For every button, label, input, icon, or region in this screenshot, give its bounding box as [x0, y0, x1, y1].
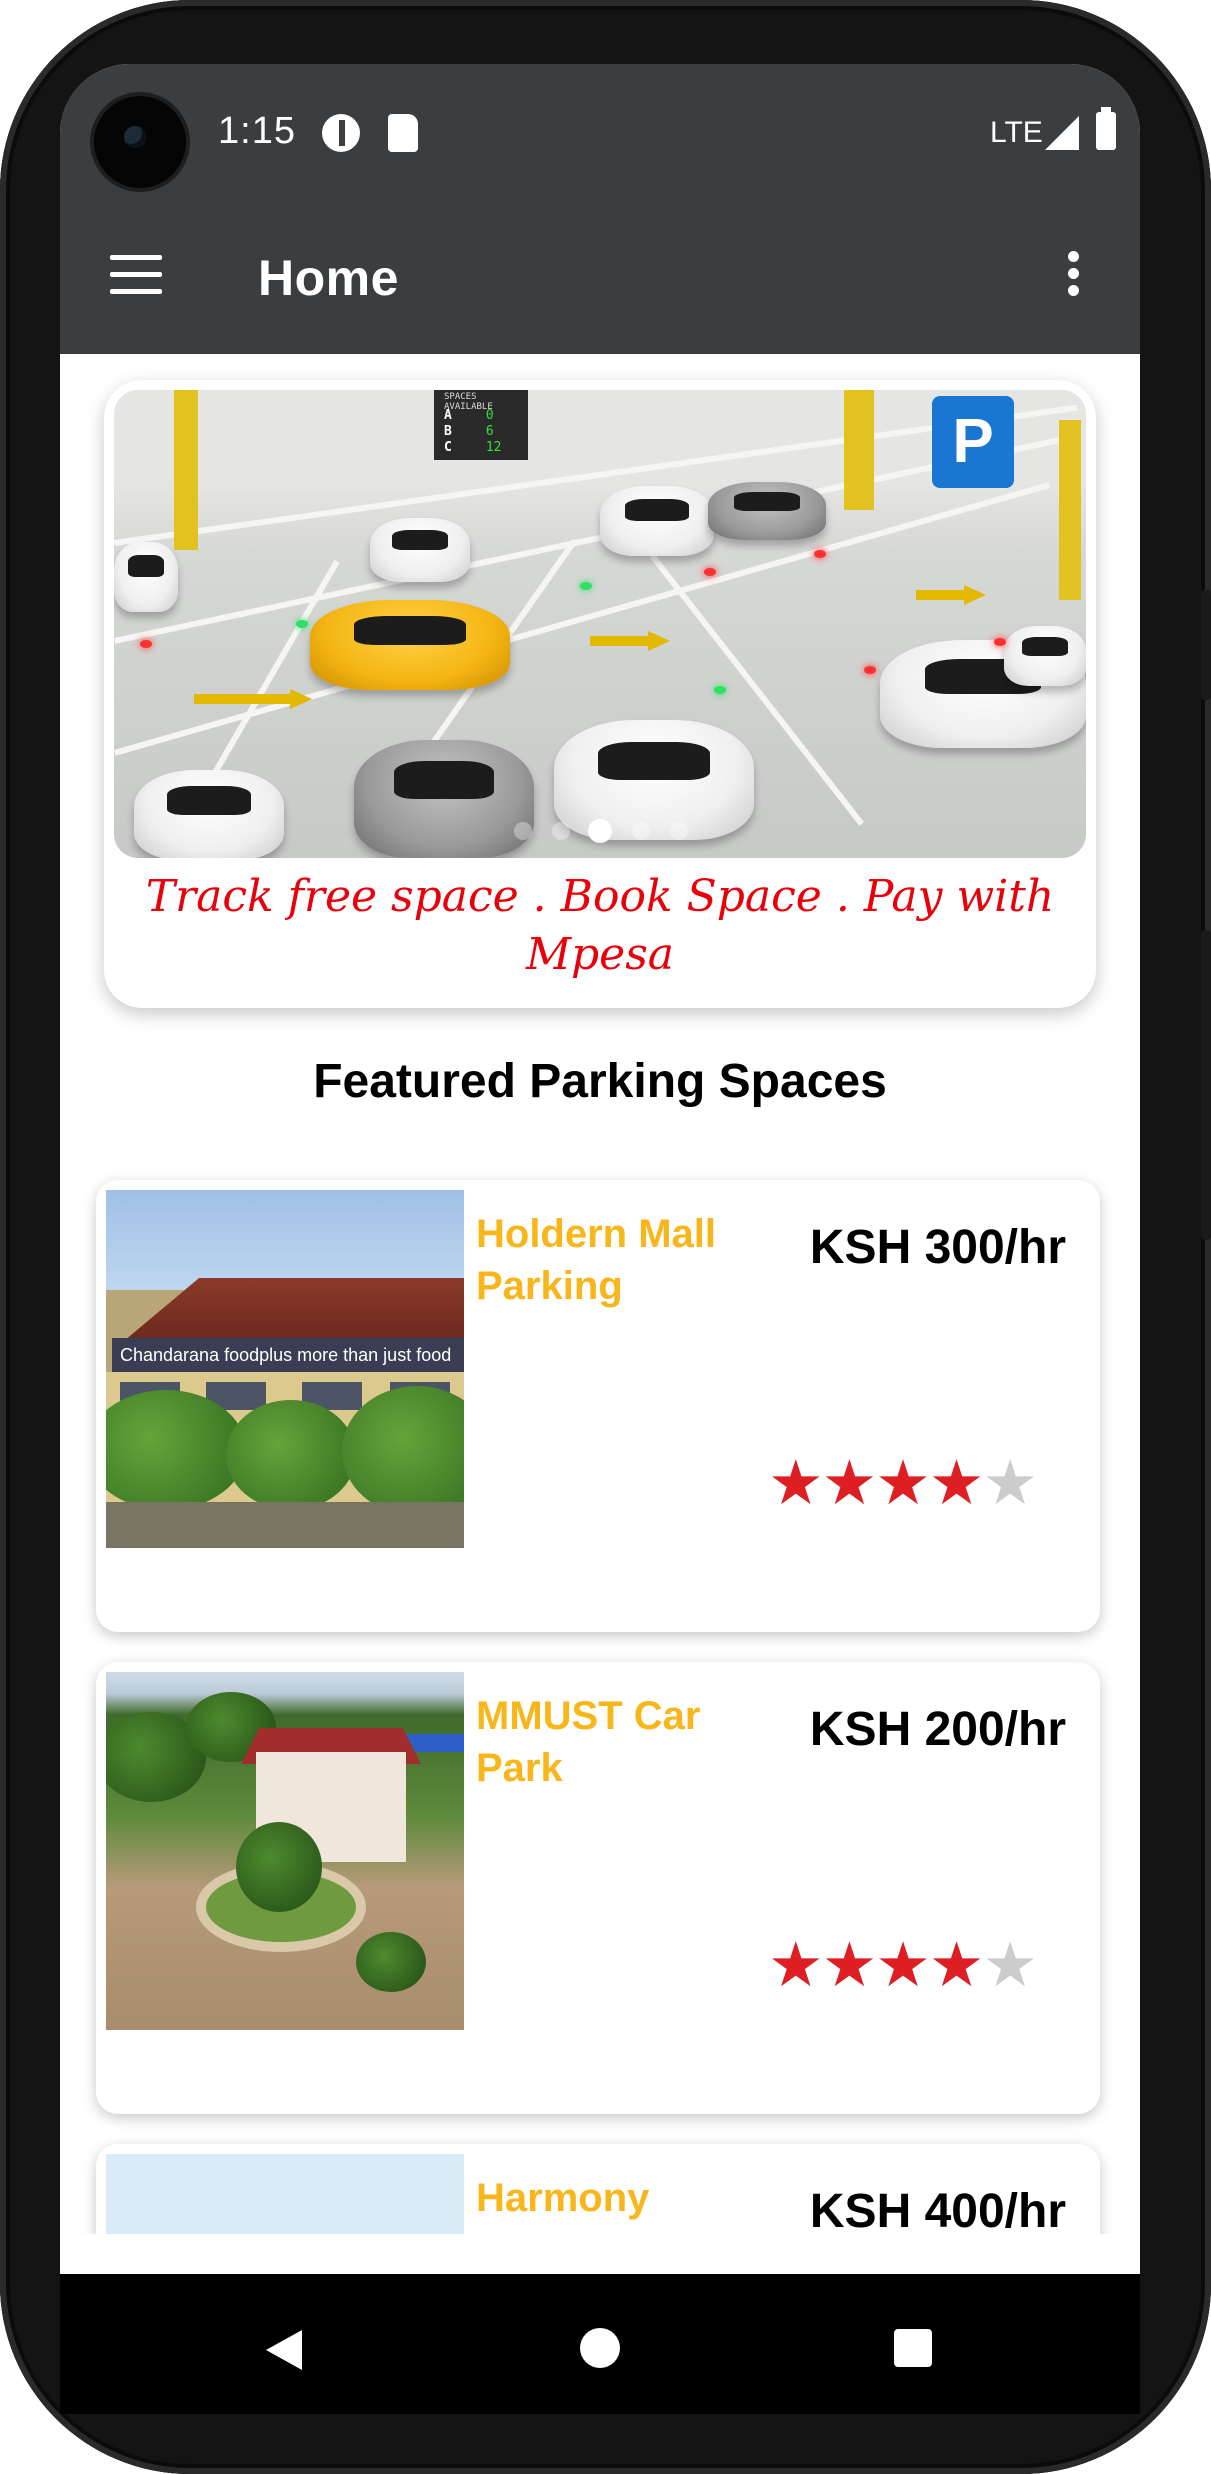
star-empty-icon: ★ [982, 1449, 1038, 1518]
banner-carousel[interactable]: SPACES AVAILABLE A0 B6 C 12 P Track free… [104, 380, 1096, 1008]
parking-image [106, 1672, 464, 2030]
system-nav-bar [60, 2274, 1140, 2414]
overflow-menu-icon[interactable] [1068, 251, 1080, 297]
nav-recents-icon[interactable] [894, 2329, 932, 2367]
nav-home-icon[interactable] [580, 2328, 620, 2368]
parking-image [106, 2154, 464, 2234]
star-icon: ★ [821, 1449, 878, 1518]
nav-back-icon[interactable] [266, 2330, 302, 2370]
parking-name: Holdern Mall Parking [476, 1212, 717, 1308]
phone-frame: 1:15 LTE Home SPACES AVAILABLE A 0 B 6 C… [0, 0, 1211, 2474]
sim-card-icon [388, 114, 418, 152]
parking-price: KSH 300/hr [809, 1221, 1066, 1274]
hamburger-icon[interactable] [110, 255, 162, 295]
parking-card[interactable]: MMUST Car Park KSH 200/hr ★★★★★ [96, 1662, 1100, 2114]
star-icon: ★ [768, 1449, 824, 1518]
parking-card[interactable]: Chandarana foodplus more than just food … [96, 1180, 1100, 1632]
section-title: Featured Parking Spaces [313, 1055, 887, 1108]
parking-card[interactable]: Harmony Motors Garage KSH 400/hr [96, 2144, 1100, 2234]
page-title: Home [258, 250, 399, 306]
parking-sign-icon: P [932, 396, 1014, 488]
battery-icon [1096, 107, 1116, 150]
parking-price: KSH 400/hr [809, 2185, 1066, 2234]
banner-image: SPACES AVAILABLE A0 B6 C 12 P [114, 390, 1086, 858]
rating-stars: ★★★★★ [768, 1446, 1038, 1519]
star-icon: ★ [928, 1449, 985, 1518]
star-empty-icon: ★ [982, 1931, 1038, 2000]
carousel-indicator[interactable] [514, 819, 714, 843]
star-icon: ★ [928, 1931, 985, 2000]
status-bar: 1:15 LTE [60, 64, 1140, 199]
star-icon: ★ [875, 1449, 931, 1518]
parking-name: Harmony Motors Garage [476, 2176, 758, 2234]
notification-icon [322, 114, 360, 152]
power-button [1201, 590, 1211, 700]
star-icon: ★ [821, 1931, 878, 2000]
store-sign: Chandarana foodplus more than just food [112, 1338, 464, 1372]
front-camera [94, 96, 186, 188]
parking-image: Chandarana foodplus more than just food [106, 1190, 464, 1548]
star-icon: ★ [875, 1931, 931, 2000]
parking-price: KSH 200/hr [809, 1703, 1066, 1756]
parking-name: MMUST Car Park [476, 1694, 701, 1790]
banner-caption: Track free space . Book Space . Pay with… [145, 871, 1055, 980]
spaces-board: SPACES AVAILABLE A0 B6 C 12 [434, 390, 528, 460]
network-type: LTE [990, 116, 1043, 149]
app-bar: Home [60, 199, 1140, 354]
star-icon: ★ [768, 1931, 824, 2000]
signal-icon [1045, 116, 1079, 150]
status-time: 1:15 [218, 110, 296, 152]
volume-button [1201, 930, 1211, 1240]
content-scroll[interactable]: SPACES AVAILABLE A0 B6 C 12 P Track free… [60, 354, 1140, 2234]
rating-stars: ★★★★★ [768, 1928, 1038, 2001]
screen: 1:15 LTE Home SPACES AVAILABLE A 0 B 6 C… [60, 64, 1140, 2274]
